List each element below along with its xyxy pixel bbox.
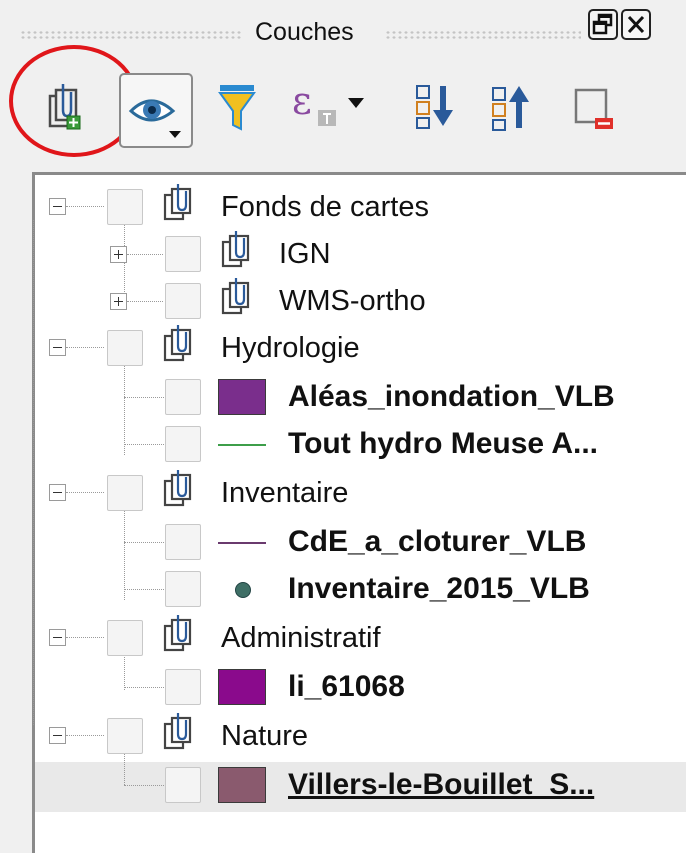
tree-connector — [124, 397, 164, 398]
tree-connector — [124, 542, 164, 543]
layer-row-group[interactable]: Hydrologie — [35, 325, 675, 376]
visibility-checkbox[interactable] — [165, 571, 201, 607]
layer-row-group[interactable]: Inventaire — [35, 470, 675, 521]
layer-label: Hydrologie — [221, 332, 360, 364]
expand-toggle[interactable] — [110, 246, 127, 263]
layer-label: li_61068 — [288, 670, 405, 703]
tree-connector — [124, 785, 164, 786]
layer-group-icon — [221, 230, 255, 270]
visibility-checkbox[interactable] — [165, 767, 201, 803]
layer-row[interactable]: li_61068 — [35, 669, 675, 715]
visibility-checkbox[interactable] — [165, 236, 201, 272]
float-window-icon — [592, 13, 613, 35]
close-panel-button[interactable] — [621, 9, 651, 40]
tree-connector — [127, 254, 163, 255]
layer-group-icon — [221, 277, 255, 317]
layer-row-group[interactable]: Administratif — [35, 615, 675, 666]
layer-group-icon — [163, 183, 197, 223]
layer-group-icon — [163, 469, 197, 509]
layer-label: Aléas_inondation_VLB — [288, 380, 615, 413]
layer-row-selected[interactable]: Villers-le-Bouillet_S... — [35, 767, 675, 813]
tree-connector — [124, 687, 164, 688]
layer-row[interactable]: CdE_a_cloturer_VLB — [35, 524, 675, 570]
visibility-checkbox[interactable] — [165, 283, 201, 319]
manage-visibility-button[interactable] — [119, 73, 193, 148]
collapse-toggle[interactable] — [49, 484, 66, 501]
eye-icon — [128, 99, 181, 138]
layers-panel: Couches ε Fonds de cartes IGN WMS-ortho … — [0, 0, 686, 853]
collapse-toggle[interactable] — [49, 198, 66, 215]
tree-connector — [127, 301, 163, 302]
polygon-symbol — [218, 669, 266, 705]
tree-connector — [124, 589, 164, 590]
tree-connector — [66, 735, 104, 736]
tree-connector — [66, 637, 104, 638]
filter-by-expression-button[interactable]: ε — [290, 79, 376, 136]
float-panel-button[interactable] — [588, 9, 618, 40]
layer-label: IGN — [279, 238, 331, 270]
layer-group-icon — [163, 324, 197, 364]
line-symbol — [218, 444, 266, 446]
layer-label: Administratif — [221, 622, 381, 654]
expand-all-button[interactable] — [415, 80, 455, 132]
layer-row-group[interactable]: Nature — [35, 713, 675, 764]
layer-label: Fonds de cartes — [221, 191, 429, 223]
visibility-checkbox[interactable] — [107, 718, 143, 754]
collapse-toggle[interactable] — [49, 339, 66, 356]
visibility-checkbox[interactable] — [107, 189, 143, 225]
tree-connector — [66, 347, 104, 348]
layer-label: Inventaire — [221, 477, 349, 509]
tree-connector — [66, 492, 104, 493]
layer-row-group[interactable]: IGN — [35, 231, 675, 282]
close-icon — [627, 15, 645, 34]
collapse-toggle[interactable] — [49, 629, 66, 646]
visibility-checkbox[interactable] — [107, 620, 143, 656]
grip-dots-right — [385, 30, 581, 40]
layer-row[interactable]: Tout hydro Meuse A... — [35, 426, 675, 472]
collapse-all-button[interactable] — [491, 80, 531, 132]
remove-layer-button[interactable] — [573, 84, 617, 132]
visibility-checkbox[interactable] — [165, 669, 201, 705]
layer-group-icon — [163, 712, 197, 752]
visibility-checkbox[interactable] — [165, 524, 201, 560]
layer-row[interactable]: Inventaire_2015_VLB — [35, 571, 675, 617]
svg-text:ε: ε — [292, 80, 312, 123]
layer-label: Tout hydro Meuse A... — [288, 427, 599, 460]
layer-label: WMS-ortho — [279, 285, 426, 317]
visibility-checkbox[interactable] — [107, 330, 143, 366]
panel-title: Couches — [255, 18, 354, 46]
tree-connector — [33, 220, 34, 725]
polygon-symbol — [218, 767, 266, 803]
expression-icon: ε — [292, 79, 364, 126]
point-symbol — [235, 582, 251, 598]
filter-legend-button[interactable] — [218, 83, 256, 133]
filter-icon — [218, 85, 256, 131]
line-symbol — [218, 542, 266, 544]
layer-label: Villers-le-Bouillet_S... — [288, 768, 595, 801]
layer-row[interactable]: Aléas_inondation_VLB — [35, 379, 675, 425]
grip-dots-left — [20, 30, 242, 40]
tree-connector — [124, 444, 164, 445]
polygon-symbol — [218, 379, 266, 415]
layer-label: Inventaire_2015_VLB — [288, 572, 590, 605]
visibility-checkbox[interactable] — [165, 426, 201, 462]
layer-group-icon — [163, 614, 197, 654]
layer-row-group[interactable]: Fonds de cartes — [35, 184, 675, 235]
visibility-checkbox[interactable] — [165, 379, 201, 415]
collapse-toggle[interactable] — [49, 727, 66, 744]
tree-connector — [66, 206, 104, 207]
visibility-checkbox[interactable] — [107, 475, 143, 511]
remove-layer-icon — [574, 88, 613, 129]
layer-tree[interactable]: Fonds de cartes IGN WMS-ortho Hydrologie… — [32, 172, 686, 853]
layer-label: CdE_a_cloturer_VLB — [288, 525, 587, 558]
layer-row-group[interactable]: WMS-ortho — [35, 278, 675, 329]
layer-label: Nature — [221, 720, 309, 752]
collapse-all-icon — [492, 86, 529, 131]
expand-toggle[interactable] — [110, 293, 127, 310]
expand-all-icon — [416, 85, 453, 129]
